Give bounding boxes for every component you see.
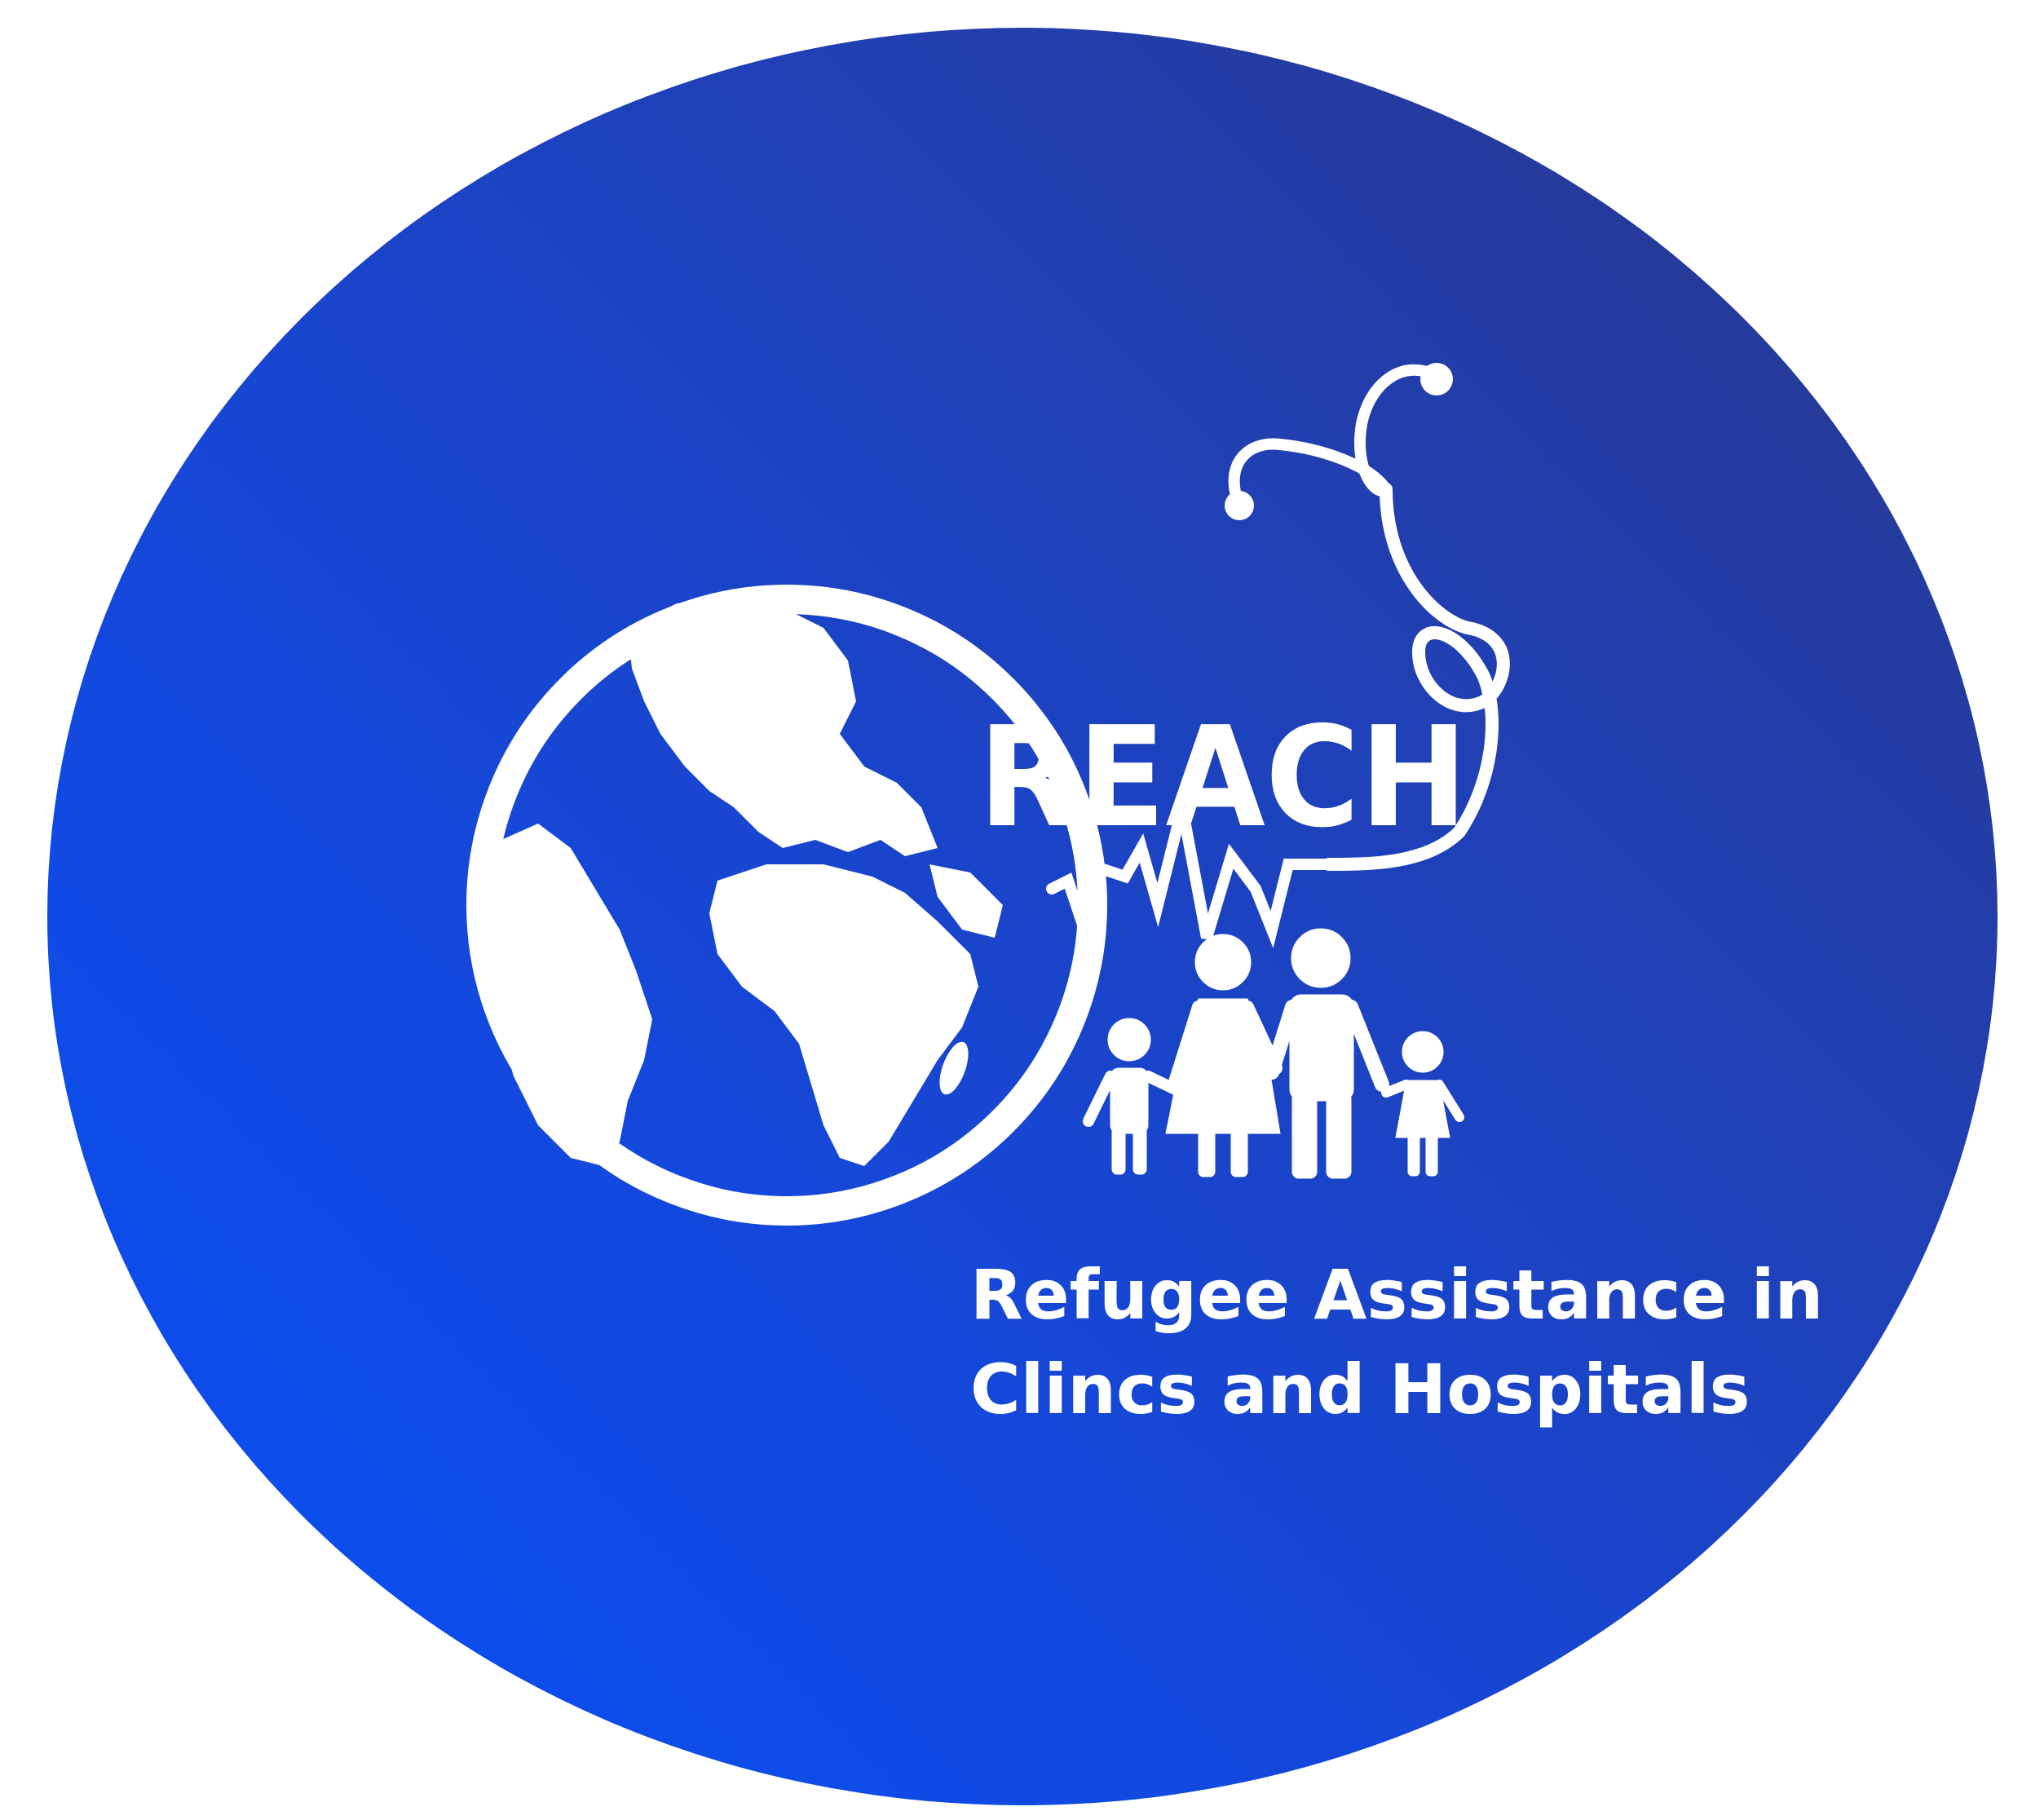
logo-canvas: REACH Refugee Assistance in Clincs and H… — [0, 0, 2022, 1820]
reach-wordmark: REACH — [978, 697, 1468, 859]
family-icon — [1083, 928, 1464, 1179]
tagline-line-2: Clincs and Hospitals — [970, 1350, 1750, 1429]
globe-icon — [466, 585, 1107, 1226]
reach-logo-graphic: REACH — [466, 363, 1510, 1226]
tagline-line-1: Refugee Assistance in — [970, 1255, 1824, 1335]
tagline: Refugee Assistance in Clincs and Hospita… — [970, 1248, 1823, 1437]
